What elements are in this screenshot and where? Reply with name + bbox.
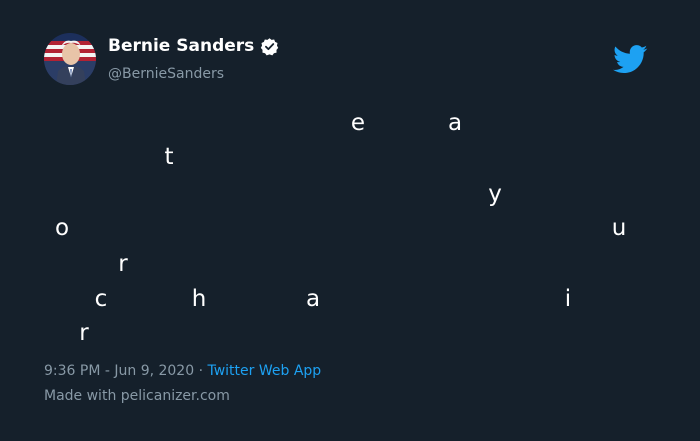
tweet-letter: o	[54, 215, 70, 241]
tweet-letter: i	[564, 286, 572, 312]
tweet-letter: r	[79, 320, 89, 346]
tweet-source-link[interactable]: Twitter Web App	[207, 363, 321, 379]
display-name[interactable]: Bernie Sanders	[108, 35, 254, 57]
made-with-credit: Made with pelicanizer.com	[44, 388, 230, 404]
user-name-row[interactable]: Bernie Sanders	[108, 35, 279, 57]
tweet-letter: a	[305, 286, 321, 312]
tweet-letter: r	[118, 251, 128, 277]
tweet-timestamp[interactable]: 9:36 PM - Jun 9, 2020	[44, 363, 194, 379]
user-handle[interactable]: @BernieSanders	[108, 65, 224, 83]
tweet-letter: h	[191, 286, 207, 312]
tweet-letter: t	[164, 144, 174, 170]
tweet-letter: u	[611, 215, 627, 241]
tweet-letter: c	[94, 286, 108, 312]
avatar-image	[44, 33, 96, 85]
twitter-bird-icon[interactable]	[613, 45, 648, 74]
avatar[interactable]	[44, 33, 96, 85]
meta-separator: ·	[194, 363, 208, 379]
tweet-card: Bernie Sanders @BernieSanders e a t y o …	[0, 0, 700, 441]
tweet-letter: e	[350, 110, 366, 136]
tweet-letter: y	[488, 181, 502, 207]
verified-badge-icon	[261, 37, 279, 55]
tweet-meta: 9:36 PM - Jun 9, 2020 · Twitter Web App	[44, 362, 321, 380]
tweet-letter: a	[447, 110, 463, 136]
